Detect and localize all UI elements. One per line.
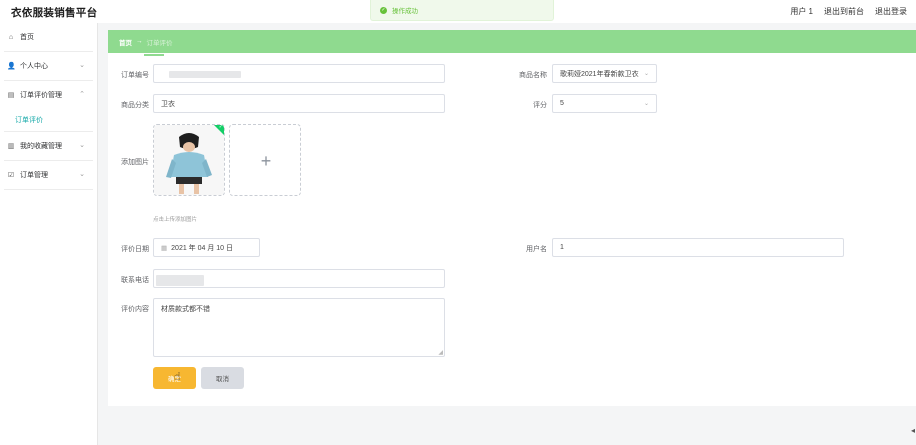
phone-input[interactable] xyxy=(153,269,445,288)
sidebar: ⌂ 首页 👤 个人中心 ⌄ ▤ 订单评价管理 ⌃ 订单评价 ▥ 我的收藏管理 ⌄… xyxy=(0,23,98,445)
plus-icon: + xyxy=(260,150,272,171)
upload-hint: 点击上传添加图片 xyxy=(153,217,198,223)
rating-value: 5 xyxy=(560,100,564,107)
sidebar-item-order-management[interactable]: ☑ 订单管理 ⌄ xyxy=(0,161,97,189)
sidebar-item-home[interactable]: ⌂ 首页 xyxy=(0,23,97,51)
success-toast: ✓ 操作成功 xyxy=(370,0,554,21)
calendar-icon: ▦ xyxy=(161,244,168,252)
comment-textarea[interactable]: 材质款式都不错 ◢ xyxy=(153,298,445,357)
sidebar-item-label: 首页 xyxy=(20,34,34,41)
redacted-value xyxy=(156,275,204,286)
chevron-down-icon: ⌄ xyxy=(79,62,85,69)
category-value: 卫衣 xyxy=(161,100,175,108)
sidebar-item-personal-center[interactable]: 👤 个人中心 ⌄ xyxy=(0,52,97,80)
username-value: 1 xyxy=(560,244,564,251)
sidebar-item-label: 个人中心 xyxy=(20,63,48,70)
order-no-label: 订单编号 xyxy=(121,72,149,79)
image-label: 添加图片 xyxy=(121,159,149,166)
home-icon: ⌂ xyxy=(8,33,14,41)
order-no-input[interactable] xyxy=(153,64,445,83)
product-name-label: 商品名称 xyxy=(519,72,547,79)
image-upload-button[interactable]: + xyxy=(229,124,301,196)
chevron-up-icon: ⌃ xyxy=(79,91,85,98)
toast-message: 操作成功 xyxy=(392,8,418,15)
logout-link[interactable]: 退出登录 xyxy=(875,6,907,17)
sidebar-divider xyxy=(4,189,93,190)
product-name-value: 歌莉娅2021年春新款卫衣 xyxy=(560,70,639,78)
uploaded-image-thumbnail[interactable]: ✓ xyxy=(153,124,225,196)
current-user-label[interactable]: 用户 1 xyxy=(790,6,813,17)
cancel-button[interactable]: 取消 xyxy=(201,367,244,389)
date-value: 2021 年 04 月 10 日 xyxy=(171,244,234,252)
date-picker[interactable]: ▦ 2021 年 04 月 10 日 xyxy=(153,238,260,257)
resize-handle-icon[interactable]: ◢ xyxy=(438,349,443,356)
success-check-icon: ✓ xyxy=(380,6,387,14)
sidebar-item-label: 订单评价管理 xyxy=(20,92,62,99)
sidebar-item-label: 订单管理 xyxy=(20,172,48,179)
rating-select[interactable]: 5 ⌄ xyxy=(552,94,657,113)
rating-label: 评分 xyxy=(533,102,547,109)
username-label: 用户名 xyxy=(526,246,547,253)
date-label: 评价日期 xyxy=(121,246,149,253)
sidebar-item-label: 我的收藏管理 xyxy=(20,143,62,150)
chevron-down-icon: ⌄ xyxy=(643,101,649,107)
cancel-button-label: 取消 xyxy=(216,376,229,383)
sidebar-subitem-order-review[interactable]: 订单评价 xyxy=(0,109,97,131)
breadcrumb-home[interactable]: 首页 xyxy=(119,37,132,47)
sidebar-item-my-collection-management[interactable]: ▥ 我的收藏管理 ⌄ xyxy=(0,132,97,160)
breadcrumb: 首页 → 订单评价 xyxy=(108,30,916,53)
top-nav: 用户 1 退出到前台 退出登录 xyxy=(790,6,907,17)
order-icon: ☑ xyxy=(7,172,15,179)
redacted-value xyxy=(169,71,241,78)
main-content: 首页 → 订单评价 订单编号 商品名称 歌莉娅2021年春新款卫衣 ⌄ 商品分类… xyxy=(108,30,916,406)
category-input[interactable]: 卫衣 xyxy=(153,94,445,113)
briefcase-icon: ▤ xyxy=(7,92,15,99)
product-name-select[interactable]: 歌莉娅2021年春新款卫衣 ⌄ xyxy=(552,64,657,83)
comment-value: 材质款式都不错 xyxy=(161,306,210,313)
brand-title: 衣依服装销售平台 xyxy=(11,7,98,19)
sidebar-item-order-review-management[interactable]: ▤ 订单评价管理 ⌃ xyxy=(0,81,97,109)
user-icon: 👤 xyxy=(7,63,16,70)
breadcrumb-current: 订单评价 xyxy=(146,39,173,47)
chevron-down-icon: ⌄ xyxy=(79,171,85,178)
check-icon: ✓ xyxy=(218,124,223,130)
collection-icon: ▥ xyxy=(7,143,15,150)
username-input[interactable]: 1 xyxy=(552,238,844,257)
active-tab-indicator xyxy=(144,54,164,56)
chevron-down-icon: ⌄ xyxy=(79,142,85,149)
corner-arrow-icon: ◂ xyxy=(910,426,915,435)
breadcrumb-separator: → xyxy=(136,38,143,45)
comment-label: 评价内容 xyxy=(121,306,149,313)
phone-label: 联系电话 xyxy=(121,277,149,284)
category-label: 商品分类 xyxy=(121,102,149,109)
back-to-front-link[interactable]: 退出到前台 xyxy=(824,6,864,17)
chevron-down-icon: ⌄ xyxy=(643,71,649,77)
hand-cursor-icon: ☝ xyxy=(174,371,181,383)
